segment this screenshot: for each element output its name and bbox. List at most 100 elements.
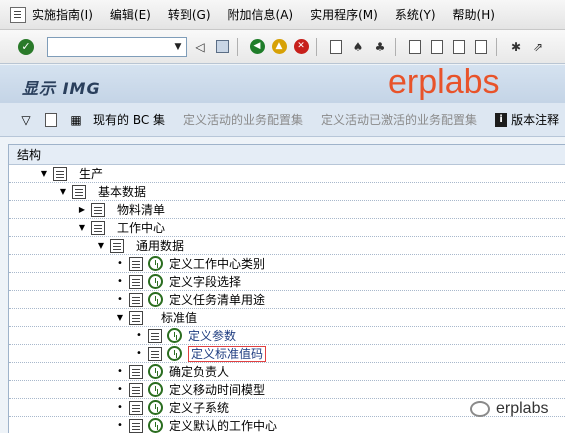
tree-node-label[interactable]: 定义移动时间模型	[169, 381, 265, 399]
tree-row[interactable]: • 定义任务清单用途	[9, 291, 565, 309]
application-toolbar: ▽ ▦ 现有的 BC 集 定义活动的业务配置集 定义活动已激活的业务配置集 i …	[0, 103, 565, 137]
documentation-node-icon[interactable]	[91, 221, 105, 235]
menu-item-utilities[interactable]: 实用程序(M)	[310, 6, 378, 23]
tree-row[interactable]: ▼ 工作中心	[9, 219, 565, 237]
cancel-icon[interactable]: ✕	[292, 38, 310, 56]
menu-item-system[interactable]: 系统(Y)	[395, 6, 436, 23]
expand-arrow-icon[interactable]: ▶	[77, 201, 87, 219]
tree-node-label[interactable]: 基本数据	[98, 183, 146, 201]
img-structure-tree: 结构 ▼ 生产 ▼ 基本数据 ▶ 物料清单 ▼ 工作中心 ▼ 通用数据 • 定义工作中心类别 • 定义字段…	[8, 144, 565, 433]
first-page-icon[interactable]	[406, 38, 424, 56]
tree-node-label[interactable]: 定义任务清单用途	[169, 291, 265, 309]
tree-node-label[interactable]: 物料清单	[117, 201, 165, 219]
tree-row[interactable]: • 定义移动时间模型	[9, 381, 565, 399]
documentation-node-icon[interactable]	[129, 293, 143, 307]
documentation-node-icon[interactable]	[129, 275, 143, 289]
documentation-node-icon[interactable]	[148, 347, 162, 361]
menu-item-implementation-guide[interactable]: 实施指南(I)	[32, 6, 93, 23]
tree-node-label[interactable]: 定义子系统	[169, 399, 229, 417]
tree-node-label[interactable]: 生产	[79, 165, 103, 183]
tree-row[interactable]: • 定义默认的工作中心	[9, 417, 565, 433]
command-input[interactable]	[52, 38, 170, 55]
execute-activity-icon[interactable]	[167, 346, 182, 361]
documentation-icon[interactable]	[43, 112, 59, 128]
enter-check-icon[interactable]: ✓	[18, 38, 34, 55]
documentation-node-icon[interactable]	[72, 185, 86, 199]
toolbar-separator	[237, 37, 238, 56]
exit-icon[interactable]: ▲	[270, 38, 288, 56]
collapse-arrow-icon[interactable]: ▼	[96, 237, 106, 255]
tree-row[interactable]: • 定义参数	[9, 327, 565, 345]
tree-row[interactable]: ▼ 基本数据	[9, 183, 565, 201]
execute-activity-icon[interactable]	[148, 382, 163, 397]
bc-sets-button[interactable]: 现有的 BC 集	[93, 111, 165, 128]
collapse-arrow-icon[interactable]: ▼	[77, 219, 87, 237]
tree-node-label[interactable]: 定义默认的工作中心	[169, 417, 277, 433]
execute-activity-icon[interactable]	[148, 364, 163, 379]
tree-node-label[interactable]: 确定负责人	[169, 363, 229, 381]
toolbar-separator	[395, 37, 396, 56]
system-menu-icon[interactable]	[10, 6, 26, 23]
tree-node-label[interactable]: 定义参数	[188, 327, 236, 345]
tree-node-label[interactable]: 定义字段选择	[169, 273, 241, 291]
documentation-node-icon[interactable]	[148, 329, 162, 343]
menu-item-goto[interactable]: 转到(G)	[168, 6, 211, 23]
tree-row[interactable]: ▼ 生产	[9, 165, 565, 183]
tree-node-label[interactable]: 通用数据	[136, 237, 184, 255]
release-notes-button[interactable]: 版本注释	[511, 111, 559, 128]
documentation-node-icon[interactable]	[53, 167, 67, 181]
documentation-node-icon[interactable]	[110, 239, 124, 253]
execute-activity-icon[interactable]	[167, 328, 182, 343]
menu-item-help[interactable]: 帮助(H)	[453, 6, 495, 23]
documentation-node-icon[interactable]	[129, 383, 143, 397]
documentation-node-icon[interactable]	[91, 203, 105, 217]
tree-row[interactable]: • 定义标准值码	[9, 345, 565, 363]
command-dropdown-icon[interactable]: ▼	[170, 42, 186, 52]
find-next-icon[interactable]: ♣	[371, 38, 389, 56]
bullet-icon: •	[117, 366, 123, 377]
find-icon[interactable]: ♠	[349, 38, 367, 56]
tree-row[interactable]: • 确定负责人	[9, 363, 565, 381]
collapse-arrow-icon[interactable]: ▼	[58, 183, 68, 201]
documentation-node-icon[interactable]	[129, 311, 143, 325]
tree-row[interactable]: ▼ 标准值	[9, 309, 565, 327]
create-session-icon[interactable]: ✱	[507, 38, 525, 56]
shortcut-icon[interactable]: ⇗	[529, 38, 547, 56]
activity-bc-sets-button: 定义活动的业务配置集	[183, 113, 304, 127]
execute-activity-icon[interactable]	[148, 400, 163, 415]
bullet-icon: •	[117, 420, 123, 431]
tree-row[interactable]: ▼ 通用数据	[9, 237, 565, 255]
arrow-left-icon[interactable]: ◁	[191, 38, 209, 56]
tree-row[interactable]: ▶ 物料清单	[9, 201, 565, 219]
standard-toolbar: ✓ ▼ ◁ ◀ ▲ ✕ ♠ ♣ ✱ ⇗	[0, 30, 565, 64]
menu-item-extras[interactable]: 附加信息(A)	[228, 6, 294, 23]
tree-node-label[interactable]: 标准值	[161, 309, 197, 327]
documentation-node-icon[interactable]	[129, 401, 143, 415]
tree-node-label[interactable]: 定义工作中心类别	[169, 255, 265, 273]
tree-node-label[interactable]: 定义标准值码	[188, 346, 267, 362]
print-icon[interactable]	[327, 38, 345, 56]
activated-bc-sets-button: 定义活动已激活的业务配置集	[321, 113, 478, 127]
documentation-node-icon[interactable]	[129, 419, 143, 433]
last-page-icon[interactable]	[472, 38, 490, 56]
execute-activity-icon[interactable]	[148, 418, 163, 433]
tree-row[interactable]: • 定义字段选择	[9, 273, 565, 291]
info-icon: i	[495, 112, 508, 127]
back-icon[interactable]: ◀	[248, 38, 266, 56]
execute-activity-icon[interactable]	[148, 256, 163, 271]
structure-icon[interactable]: ▦	[68, 112, 84, 128]
tree-node-label[interactable]: 工作中心	[117, 219, 165, 237]
collapse-arrow-icon[interactable]: ▼	[39, 165, 49, 183]
execute-activity-icon[interactable]	[148, 274, 163, 289]
save-icon[interactable]	[213, 38, 231, 56]
menu-item-edit[interactable]: 编辑(E)	[110, 6, 151, 23]
collapse-arrow-icon[interactable]: ▼	[115, 309, 125, 327]
documentation-node-icon[interactable]	[129, 257, 143, 271]
tree-row[interactable]: • 定义工作中心类别	[9, 255, 565, 273]
command-field[interactable]: ▼	[47, 36, 187, 57]
next-page-icon[interactable]	[450, 38, 468, 56]
execute-activity-icon[interactable]	[148, 292, 163, 307]
previous-page-icon[interactable]	[428, 38, 446, 56]
filter-icon[interactable]: ▽	[18, 112, 34, 128]
documentation-node-icon[interactable]	[129, 365, 143, 379]
